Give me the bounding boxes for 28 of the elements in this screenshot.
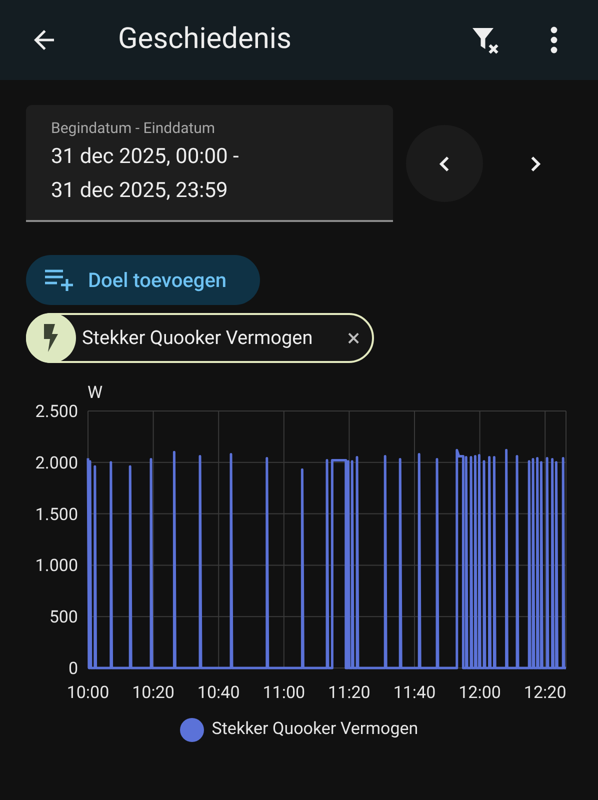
x-tick-label: 12:00: [458, 683, 501, 703]
legend-label[interactable]: Stekker Quooker Vermogen: [212, 717, 418, 742]
lightning-icon: [42, 323, 60, 353]
axis-unit-label: W: [87, 383, 103, 403]
y-tick-label: 2.000: [35, 453, 78, 474]
add-target-button[interactable]: Doel toevoegen: [26, 255, 260, 305]
x-tick-label: 10:40: [197, 683, 240, 703]
y-tick-label: 500: [49, 608, 78, 628]
y-tick-label: 0: [68, 659, 78, 679]
date-range-label: Begindatum - Einddatum: [51, 118, 216, 139]
y-tick-label: 1.500: [35, 504, 78, 525]
chip-remove-button[interactable]: ×: [347, 326, 360, 350]
x-tick-label: 10:20: [132, 683, 174, 703]
more-icon: [550, 26, 558, 54]
date-range-value: 31 dec 2025, 00:00 -: [51, 144, 240, 170]
date-range-value: 31 dec 2025, 23:59: [51, 178, 229, 204]
x-tick-label: 11:40: [393, 683, 436, 703]
target-chip[interactable]: Stekker Quooker Vermogen ×: [26, 313, 374, 363]
y-tick-label: 1.000: [35, 556, 78, 576]
x-tick-label: 11:20: [328, 683, 370, 703]
y-tick-label: 2.500: [35, 402, 78, 422]
x-tick-label: 11:00: [262, 683, 306, 703]
x-tick-label: 12:20: [524, 683, 566, 703]
date-range-field[interactable]: Begindatum - Einddatum 31 dec 2025, 00:00 - 31 dec 2025, 23:59: [26, 105, 393, 222]
x-tick-label: 10:00: [66, 683, 110, 703]
playlist-add-icon: [44, 268, 76, 292]
page-title: Geschiedenis: [118, 21, 292, 58]
chip-label: Stekker Quooker Vermogen: [82, 324, 313, 351]
